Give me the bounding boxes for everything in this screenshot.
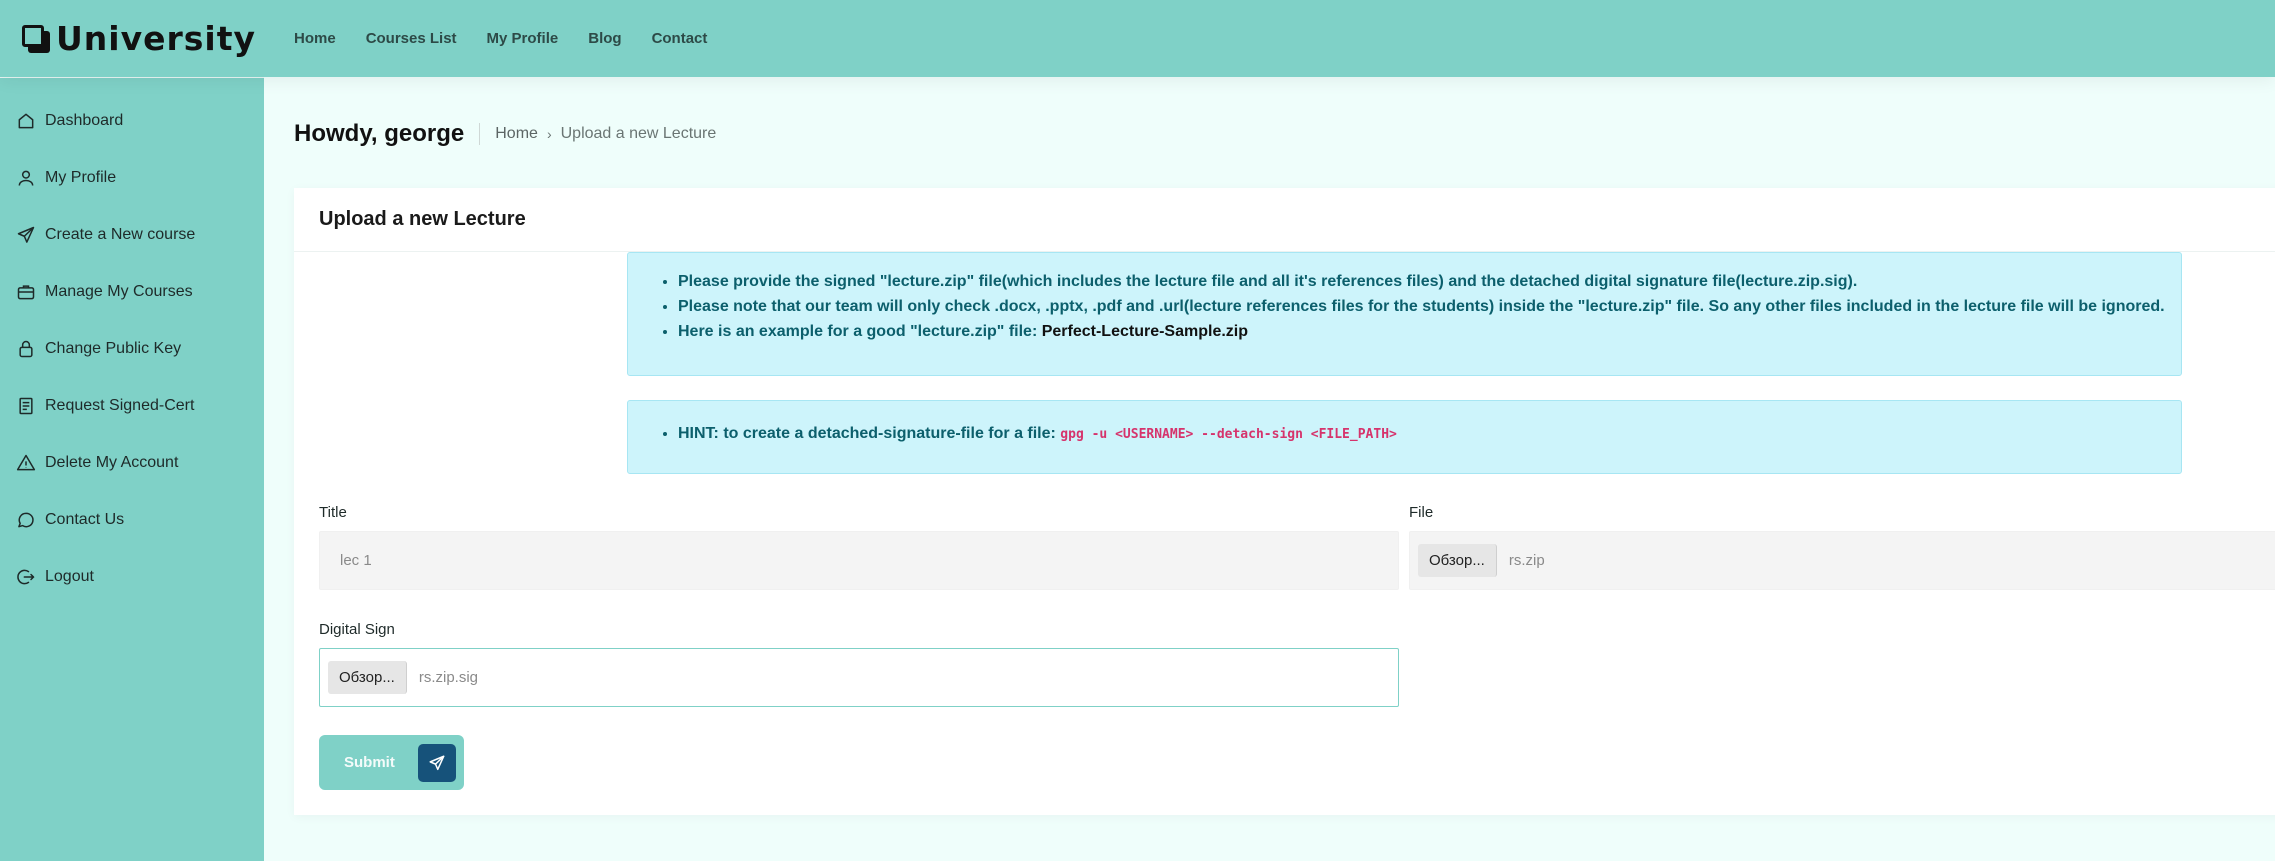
hint-code: gpg -u <USERNAME> --detach-sign <FILE_PA…: [1060, 427, 1397, 442]
sidebar-item-manage-courses[interactable]: Manage My Courses: [0, 263, 264, 320]
title-label: Title: [319, 504, 347, 521]
info-item-text: Here is an example for a good "lecture.z…: [678, 323, 1042, 340]
lock-icon: [19, 340, 33, 357]
sidebar-item-label: Create a New course: [45, 225, 196, 243]
title-input-value: lec 1: [340, 552, 372, 569]
chevron-right-icon: ›: [546, 126, 552, 142]
sidebar-item-logout[interactable]: Logout: [0, 548, 264, 605]
top-nav: Home Courses List My Profile Blog Contac…: [294, 30, 737, 47]
nav-courses-list[interactable]: Courses List: [366, 30, 457, 47]
sidebar-item-label: My Profile: [45, 168, 117, 186]
send-icon: [418, 743, 456, 782]
briefcase-icon: [17, 284, 35, 299]
upload-card: Upload a new Lecture Please provide the …: [294, 188, 2275, 815]
sidebar-item-create-course[interactable]: Create a New course: [0, 206, 264, 263]
main-content: Howdy, george Home › Upload a new Lectur…: [294, 77, 2275, 815]
digital-sign-input[interactable]: Обзор... rs.zip.sig: [319, 648, 1399, 707]
send-icon: [17, 226, 35, 243]
nav-contact[interactable]: Contact: [652, 30, 708, 47]
document-icon: [19, 397, 33, 414]
sidebar-item-label: Request Signed-Cert: [45, 396, 195, 414]
sign-browse-button[interactable]: Обзор...: [328, 661, 407, 694]
sidebar-item-contact-us[interactable]: Contact Us: [0, 491, 264, 548]
sidebar: Dashboard My Profile Create a New course…: [0, 77, 264, 861]
hint-alert: HINT: to create a detached-signature-fil…: [627, 400, 2182, 474]
user-icon: [18, 170, 34, 186]
sidebar-item-label: Change Public Key: [45, 339, 182, 357]
hint-item: HINT: to create a detached-signature-fil…: [678, 421, 2181, 447]
file-browse-button[interactable]: Обзор...: [1418, 544, 1497, 577]
info-item: Please provide the signed "lecture.zip" …: [678, 269, 2181, 294]
file-input[interactable]: Обзор... rs.zip: [1409, 531, 2275, 590]
page-header: Howdy, george Home › Upload a new Lectur…: [294, 77, 2275, 191]
sidebar-item-dashboard[interactable]: Dashboard: [0, 92, 264, 149]
brand[interactable]: University: [0, 19, 262, 58]
breadcrumb-home[interactable]: Home: [495, 125, 538, 143]
sidebar-item-label: Delete My Account: [45, 453, 179, 471]
sidebar-item-label: Dashboard: [45, 111, 124, 129]
sidebar-item-label: Manage My Courses: [45, 282, 193, 300]
info-list: Please provide the signed "lecture.zip" …: [628, 269, 2181, 344]
info-item: Please note that our team will only chec…: [678, 294, 2181, 319]
info-item: Here is an example for a good "lecture.z…: [678, 319, 2181, 344]
digital-sign-input-value: rs.zip.sig: [418, 669, 479, 686]
submit-label: Submit: [344, 754, 395, 771]
sidebar-item-label: Contact Us: [45, 510, 125, 528]
sidebar-item-request-signed-cert[interactable]: Request Signed-Cert: [0, 377, 264, 434]
title-input[interactable]: lec 1: [319, 531, 1399, 590]
breadcrumb: Home › Upload a new Lecture: [479, 123, 716, 145]
brand-name: University: [56, 19, 257, 58]
file-input-value: rs.zip: [1508, 552, 1545, 569]
university-logo-icon: [22, 24, 50, 53]
sidebar-item-my-profile[interactable]: My Profile: [0, 149, 264, 206]
top-navbar: University Home Courses List My Profile …: [0, 0, 2275, 77]
hint-list: HINT: to create a detached-signature-fil…: [628, 421, 2181, 447]
page-title: Howdy, george: [294, 120, 465, 147]
example-file-link[interactable]: Perfect-Lecture-Sample.zip: [1042, 323, 1248, 340]
sidebar-item-label: Logout: [45, 567, 94, 585]
logout-icon: [17, 569, 35, 584]
hint-text: HINT: to create a detached-signature-fil…: [678, 425, 1061, 442]
submit-button[interactable]: Submit: [319, 735, 464, 790]
breadcrumb-current: Upload a new Lecture: [560, 125, 717, 142]
sidebar-item-delete-account[interactable]: Delete My Account: [0, 434, 264, 491]
info-alert: Please provide the signed "lecture.zip" …: [627, 252, 2182, 376]
sidebar-item-change-public-key[interactable]: Change Public Key: [0, 320, 264, 377]
chat-icon: [18, 512, 34, 527]
card-title: Upload a new Lecture: [294, 188, 2275, 252]
nav-home[interactable]: Home: [294, 30, 336, 47]
warning-icon: [16, 454, 36, 470]
nav-my-profile[interactable]: My Profile: [487, 30, 559, 47]
nav-blog[interactable]: Blog: [588, 30, 621, 47]
home-icon: [18, 113, 34, 128]
digital-sign-label: Digital Sign: [319, 621, 395, 638]
file-label: File: [1409, 504, 1434, 521]
